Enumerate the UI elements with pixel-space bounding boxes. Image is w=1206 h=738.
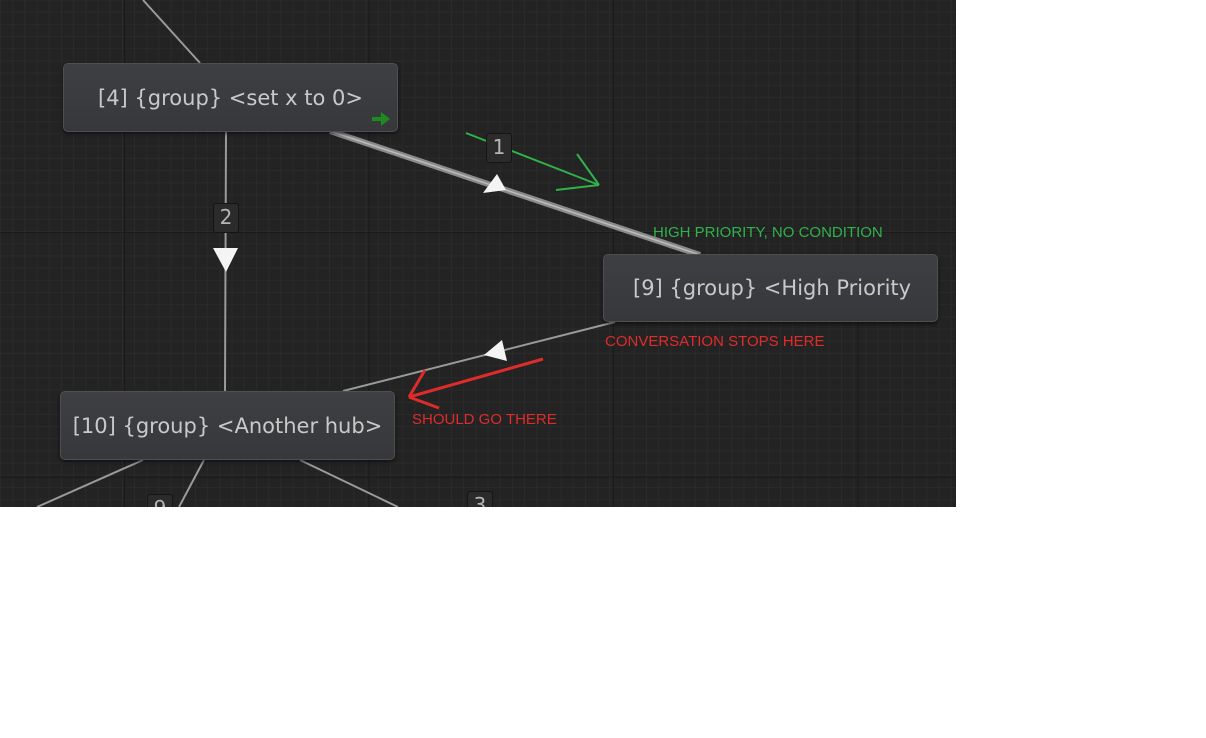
annotation-should-go-there: SHOULD GO THERE [412, 411, 557, 428]
node-label: [9] {group} <High Priority [633, 276, 912, 300]
node-label: [10] {group} <Another hub> [72, 413, 383, 438]
annotation-conversation-stops: CONVERSATION STOPS HERE [605, 333, 825, 350]
node-label: [4] {group} <set x to 0> [98, 85, 363, 110]
red-arrow-annotation [407, 357, 544, 410]
arrowhead-4-10 [213, 248, 238, 272]
link-line-10-c [299, 459, 399, 507]
link-line-10-a [36, 459, 144, 507]
link-line-10-b [178, 459, 205, 507]
green-arrow-icon [372, 112, 390, 126]
dialogue-node-4[interactable]: [4] {group} <set x to 0> [63, 63, 398, 132]
annotation-high-priority: HIGH PRIORITY, NO CONDITION [653, 224, 883, 241]
link-order-badge[interactable]: 3 [467, 491, 493, 507]
dialogue-node-10[interactable]: [10] {group} <Another hub> [60, 391, 395, 460]
link-line-9-10[interactable] [342, 321, 616, 392]
link-order-badge[interactable]: 9 [147, 494, 173, 507]
link-line-top [142, 0, 201, 64]
dialogue-graph-canvas[interactable]: [4] {group} <set x to 0> [9] {group} <Hi… [0, 0, 956, 507]
link-order-badge[interactable]: 2 [213, 203, 239, 233]
link-order-badge[interactable]: 1 [486, 133, 512, 163]
dialogue-node-9[interactable]: [9] {group} <High Priority [603, 254, 938, 322]
arrowhead-9-10 [484, 340, 507, 361]
